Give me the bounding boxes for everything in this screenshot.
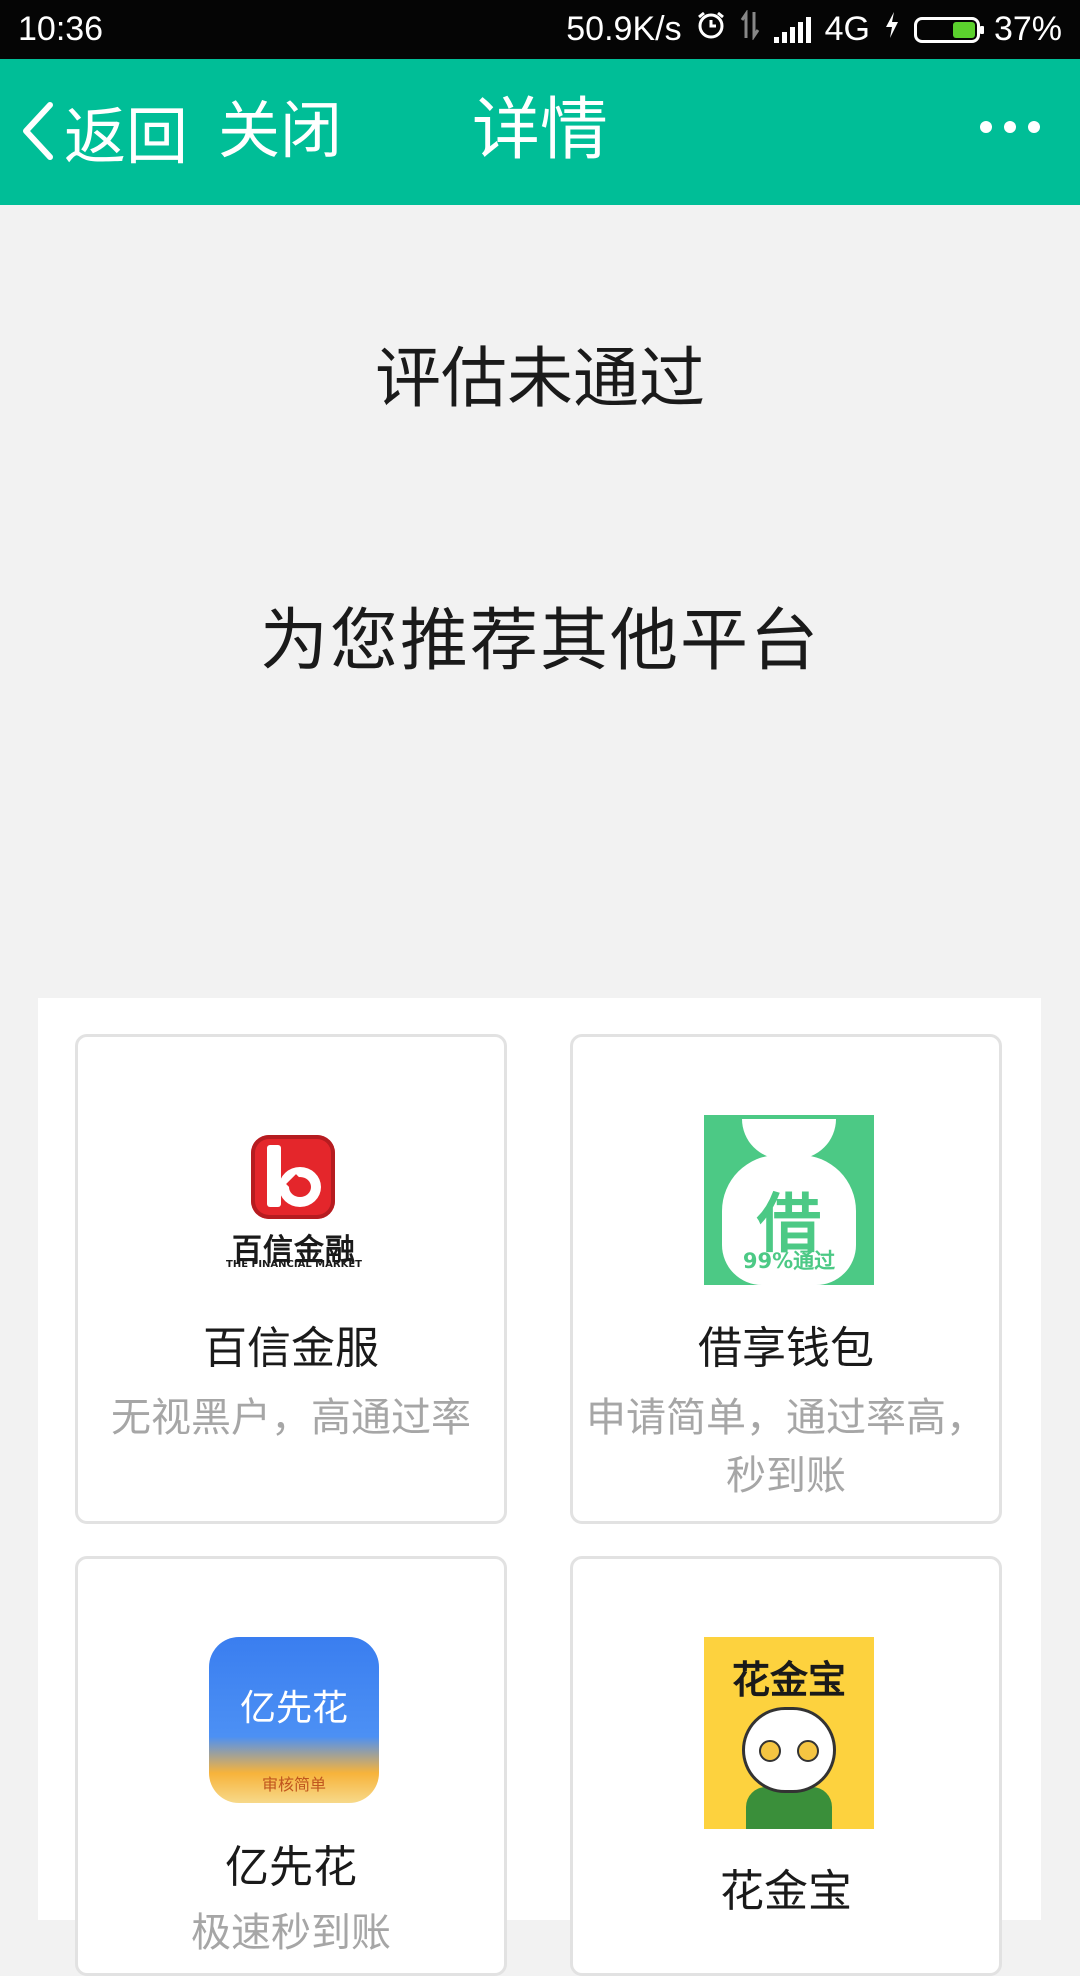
nav-bar: 返回 关闭 详情 <box>0 59 1080 205</box>
back-button[interactable]: 返回 <box>18 96 188 173</box>
flower-mascot-icon <box>742 1707 836 1793</box>
status-icons: 50.9K/s 4G 37% <box>566 9 1062 49</box>
platform-name: 百信金服 <box>203 1323 379 1374</box>
jiexiang-logo: 借 99%通过 <box>704 1115 874 1285</box>
battery-percent: 37% <box>993 10 1062 48</box>
platform-name: 亿先花 <box>225 1842 357 1893</box>
back-label: 返回 <box>64 100 189 173</box>
signal-icon <box>773 16 811 43</box>
page-title: 详情 <box>472 91 609 170</box>
close-button[interactable]: 关闭 <box>218 96 342 166</box>
more-icon[interactable] <box>980 121 1040 133</box>
alarm-icon <box>696 10 726 49</box>
platform-desc: 无视黑户，高通过率 <box>111 1395 471 1441</box>
platform-desc: 极速秒到账 <box>191 1910 391 1956</box>
platform-grid: 百信金融 THE FINANCIAL MARKET 百信金服 无视黑户，高通过率… <box>38 998 1041 1976</box>
data-transfer-icon <box>740 9 760 49</box>
recommend-heading: 为您推荐其他平台 <box>259 602 820 681</box>
battery-icon <box>913 16 984 43</box>
yixianhua-logo: 亿先花 审核简单 <box>209 1637 379 1803</box>
platform-desc: 申请简单，通过率高，秒到账 <box>586 1395 986 1499</box>
platform-card-jiexiang[interactable]: 借 99%通过 借享钱包 申请简单，通过率高，秒到账 <box>570 1034 1002 1524</box>
chevron-left-icon <box>23 102 53 160</box>
status-time: 10:36 <box>18 10 104 48</box>
baixin-logo: 百信金融 THE FINANCIAL MARKET <box>209 1115 379 1285</box>
baixin-mark-icon <box>251 1135 335 1219</box>
platform-card-yixianhua[interactable]: 亿先花 审核简单 亿先花 极速秒到账 <box>75 1556 507 1976</box>
huajinbao-logo: 花金宝 <box>704 1637 874 1829</box>
status-bar: 10:36 50.9K/s 4G 37% <box>0 0 1080 59</box>
charging-icon <box>884 10 900 49</box>
evaluation-status: 评估未通过 <box>375 340 705 417</box>
platform-card-baixin[interactable]: 百信金融 THE FINANCIAL MARKET 百信金服 无视黑户，高通过率 <box>75 1034 507 1524</box>
platform-name: 借享钱包 <box>698 1323 874 1374</box>
platform-name: 花金宝 <box>720 1866 852 1917</box>
platform-card-huajinbao[interactable]: 花金宝 花金宝 <box>570 1556 1002 1976</box>
network-type: 4G <box>824 10 870 48</box>
network-speed: 50.9K/s <box>566 10 682 48</box>
